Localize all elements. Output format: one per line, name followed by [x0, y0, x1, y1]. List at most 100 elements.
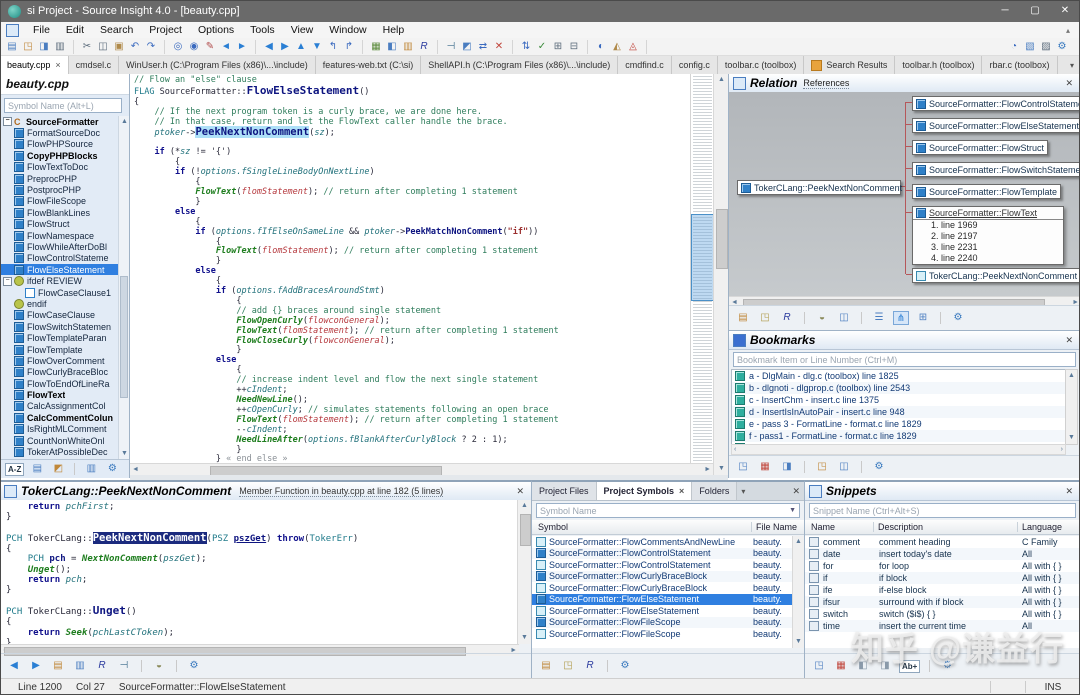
tree-item-flowcurlybracebloc[interactable]: FlowCurlyBraceBloc — [0, 367, 119, 378]
list-view-button[interactable]: ▤ — [29, 462, 45, 476]
print-icon[interactable]: ▥ — [52, 40, 68, 54]
relation-settings-button[interactable]: ⚙ — [950, 311, 966, 325]
tab-cmdsel-c[interactable]: cmdsel.c — [69, 56, 120, 74]
scroll-down-icon[interactable]: ▼ — [795, 636, 802, 648]
relation-reference[interactable]: 2. line 2197 — [913, 231, 1063, 242]
project-refresh-button[interactable]: R — [582, 659, 598, 673]
context-code-area[interactable]: return pchFirst;} PCH TokerCLang::PeekNe… — [0, 500, 518, 644]
open-file-icon[interactable]: ◳ — [20, 40, 36, 54]
tab-overflow-icon[interactable]: ▾ — [1064, 61, 1080, 70]
close-file-icon[interactable]: ✕ — [491, 40, 507, 54]
bookmark-item[interactable]: f - pass1 - FormatLine - format.c line 1… — [732, 430, 1065, 442]
tree-item-flowcaseclause[interactable]: FlowCaseClause — [0, 310, 119, 321]
tree-item-flowelsestatement[interactable]: FlowElseStatement — [0, 264, 119, 275]
project-open-button[interactable]: ◳ — [560, 659, 576, 673]
paste-icon[interactable]: ▣ — [111, 40, 127, 54]
tab-project-files[interactable]: Project Files — [532, 482, 597, 500]
tree-item-copyphpblocks[interactable]: CopyPHPBlocks — [0, 150, 119, 161]
tree-item-flowstruct[interactable]: FlowStruct — [0, 219, 119, 230]
menu-item-project[interactable]: Project — [141, 22, 190, 38]
tree-item-flowfilescope[interactable]: FlowFileScope — [0, 196, 119, 207]
tab-cmdfind-c[interactable]: cmdfind.c — [618, 56, 672, 74]
jump-up-icon[interactable]: ▲ — [293, 40, 309, 54]
symbol-tree-scrollbar[interactable]: ▲ ▼ — [118, 116, 129, 460]
tree-item-endif[interactable]: endif — [0, 298, 119, 309]
doc-button[interactable]: ▥ — [72, 659, 88, 673]
relation-flowtext-node[interactable]: SourceFormatter::FlowText1. line 19692. … — [912, 206, 1064, 265]
window-list-icon[interactable]: ▧ — [1022, 40, 1038, 54]
column-symbol[interactable]: Symbol — [532, 522, 752, 532]
symbol-list-icon[interactable]: ▦ — [368, 40, 384, 54]
scroll-up-icon[interactable]: ▲ — [795, 536, 802, 548]
open-bookmarks-button[interactable]: ◳ — [814, 460, 830, 474]
scroll-down-icon[interactable]: ▼ — [521, 632, 528, 644]
relation-node-sourceformatter-flowtemplate[interactable]: SourceFormatter::FlowTemplate — [912, 184, 1061, 199]
search-forward-icon[interactable]: ► — [234, 40, 250, 54]
relation-tree-view-button[interactable]: ⊞ — [915, 311, 931, 325]
snippet-row-comment[interactable]: commentcomment headingC Family — [805, 536, 1080, 548]
replace-icon[interactable]: ✎ — [202, 40, 218, 54]
save-file-icon[interactable]: ◨ — [36, 40, 52, 54]
bookmark-vertical-scrollbar[interactable]: ▲ ▼ — [1065, 369, 1078, 445]
copy-snippet-button[interactable]: ◨ — [877, 659, 893, 673]
tree-item-flowtemplateparan[interactable]: FlowTemplateParan — [0, 332, 119, 343]
project-settings-button[interactable]: ⚙ — [617, 659, 633, 673]
project-window-icon[interactable]: ◩ — [459, 40, 475, 54]
tab-search-results[interactable]: Search Results — [804, 56, 895, 74]
check-icon[interactable]: ✓ — [534, 40, 550, 54]
symbol-row-sourceformatter-flowcurlybraceblock[interactable]: SourceFormatter::FlowCurlyBraceBlockbeau… — [532, 571, 793, 583]
jump-down-icon[interactable]: ▼ — [309, 40, 325, 54]
symbol-row-sourceformatter-flowfilescope[interactable]: SourceFormatter::FlowFileScopebeauty. — [532, 628, 793, 640]
tree-item-countnonwhiteonl[interactable]: CountNonWhiteOnl — [0, 435, 119, 446]
snippet-row-time[interactable]: timeinsert the current timeAll — [805, 620, 1080, 632]
edit-snippet-button[interactable]: ◧ — [855, 659, 871, 673]
tree-item-isrightmlcomment[interactable]: IsRightMLComment — [0, 424, 119, 435]
relation-graph-view-button[interactable]: ⋔ — [893, 311, 909, 325]
close-icon[interactable]: ✕ — [1050, 0, 1080, 22]
bookmark-horizontal-scrollbar[interactable]: ‹ › — [731, 444, 1066, 455]
symbol-row-sourceformatter-flowcontrolstatement[interactable]: SourceFormatter::FlowControlStatementbea… — [532, 548, 793, 560]
tree-item-flowblanklines[interactable]: FlowBlankLines — [0, 207, 119, 218]
relation-node-sourceformatter-flowstruct[interactable]: SourceFormatter::FlowStruct — [912, 140, 1048, 155]
tab-beauty-cpp[interactable]: beauty.cpp× — [0, 56, 69, 74]
highlight-icon[interactable]: ◭ — [609, 40, 625, 54]
snippet-row-date[interactable]: dateinsert today's dateAll — [805, 548, 1080, 560]
symbol-row-sourceformatter-flowelsestatement[interactable]: SourceFormatter::FlowElseStatementbeauty… — [532, 594, 793, 606]
tab-toolbar-h-toolbox[interactable]: toolbar.h (toolbox) — [895, 56, 982, 74]
snippet-settings-button[interactable]: ⚙ — [939, 659, 955, 673]
symbol-row-sourceformatter-flowelsestatement[interactable]: SourceFormatter::FlowElseStatementbeauty… — [532, 605, 793, 617]
bookmark-item[interactable]: c - InsertChm - insert.c line 1375 — [732, 394, 1065, 406]
scroll-thumb[interactable] — [120, 276, 128, 398]
tree-item-postprocphp[interactable]: PostprocPHP — [0, 184, 119, 195]
insert-snippet-button[interactable]: Ab+ — [899, 660, 920, 673]
tab-config-c[interactable]: config.c — [672, 56, 718, 74]
relation-node-tokerclang-peeknextnoncomment[interactable]: TokerCLang::PeekNextNonComment — [912, 268, 1080, 283]
relation-button[interactable]: ⊣ — [116, 659, 132, 673]
relation-split-button[interactable]: ◫ — [836, 311, 852, 325]
delete-snippet-button[interactable]: ▦ — [833, 659, 849, 673]
column-name[interactable]: Name — [805, 522, 874, 532]
editor-vertical-scrollbar[interactable]: ▲ ▼ — [713, 74, 728, 475]
symbol-row-sourceformatter-flowcurlybraceblock[interactable]: SourceFormatter::FlowCurlyBraceBlockbeau… — [532, 582, 793, 594]
tab-close-icon[interactable]: × — [679, 486, 684, 496]
relation-mode-label[interactable]: References — [803, 78, 849, 89]
project-tab-overflow-icon[interactable]: ▾ — [741, 487, 745, 496]
chevron-down-icon[interactable]: ▼ — [789, 507, 796, 514]
tab-toolbar-c-toolbox[interactable]: toolbar.c (toolbox) — [718, 56, 805, 74]
close-icon[interactable]: ✕ — [1062, 486, 1076, 497]
new-snippet-button[interactable]: ◳ — [811, 659, 827, 673]
tree-item-ifdef-review[interactable]: −ifdef REVIEW — [0, 275, 119, 286]
search-files-icon[interactable]: ◉ — [186, 40, 202, 54]
scroll-thumb[interactable] — [716, 209, 728, 269]
project-vertical-scrollbar[interactable]: ▲ ▼ — [792, 536, 804, 648]
relation-save-button[interactable]: ▤ — [735, 311, 751, 325]
bookmark-settings-button[interactable]: ⚙ — [871, 460, 887, 474]
bookmark-filter-input[interactable] — [733, 352, 1076, 367]
relation-refresh-button[interactable]: R — [779, 311, 795, 325]
context-window-icon[interactable]: ◧ — [384, 40, 400, 54]
search-icon[interactable]: ◎ — [170, 40, 186, 54]
snippet-row-if[interactable]: ifif blockAll with { } — [805, 572, 1080, 584]
column-file-name[interactable]: File Name — [752, 522, 804, 532]
project-symbol-filter-input[interactable] — [536, 503, 800, 518]
script-button[interactable]: R — [94, 659, 110, 673]
